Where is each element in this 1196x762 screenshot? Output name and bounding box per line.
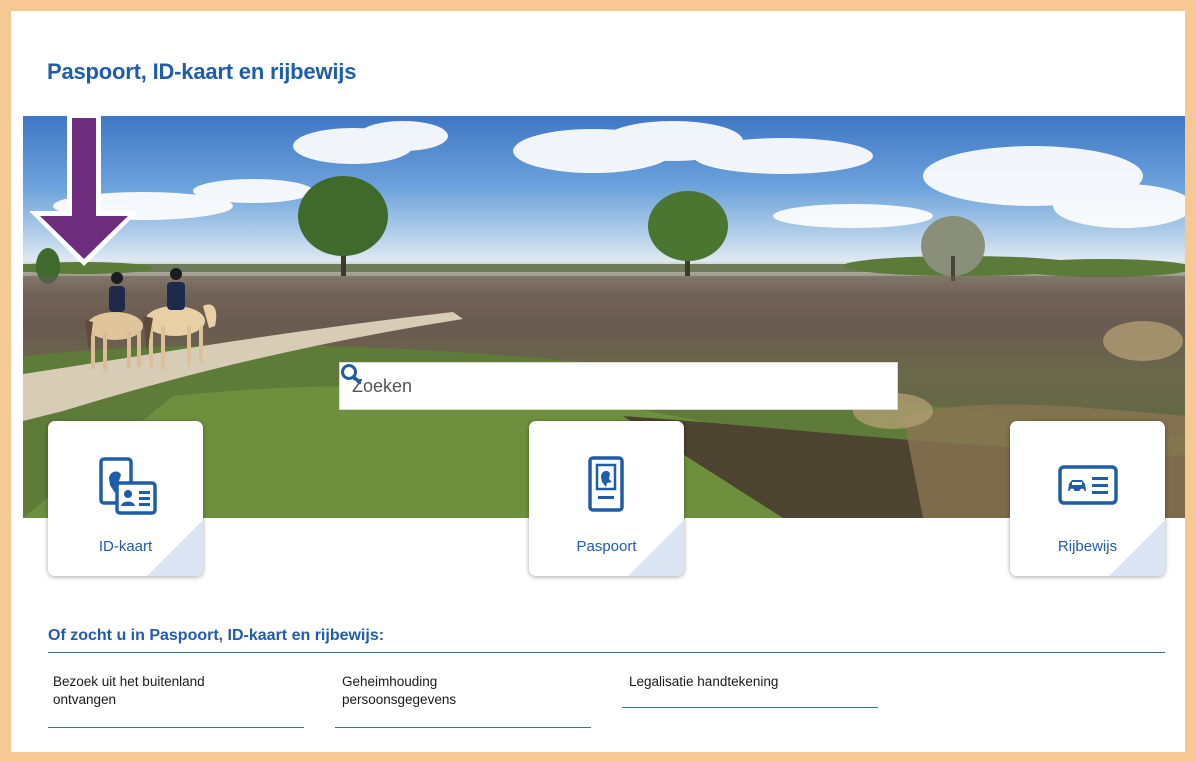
related-heading: Of zocht u in Paspoort, ID-kaart en rijb…: [48, 627, 385, 644]
related-link-legalisatie[interactable]: Legalisatie handtekening: [622, 673, 878, 708]
id-card-icon: [48, 455, 203, 517]
page-title: Paspoort, ID-kaart en rijbewijs: [47, 59, 357, 84]
divider: [48, 652, 1165, 653]
passport-icon: [529, 455, 684, 517]
search-bar: [339, 362, 898, 410]
tile-paspoort[interactable]: Paspoort: [529, 421, 684, 576]
tile-corner-decoration: [147, 520, 203, 576]
search-button[interactable]: [341, 363, 897, 409]
tile-id-kaart[interactable]: ID-kaart: [48, 421, 203, 576]
tile-rijbewijs[interactable]: Rijbewijs: [1010, 421, 1165, 576]
page: Paspoort, ID-kaart en rijbewijs Zoeken I…: [11, 11, 1185, 752]
down-arrow-annotation: [29, 116, 139, 266]
search-input[interactable]: [340, 363, 837, 409]
link-text-line: persoonsgegevens: [342, 692, 457, 707]
tile-corner-decoration: [1109, 520, 1165, 576]
tile-corner-decoration: [628, 520, 684, 576]
related-link-bezoek-buitenland[interactable]: Bezoek uit het buitenland ontvangen: [48, 673, 304, 728]
related-link-geheimhouding[interactable]: Geheimhouding persoonsgegevens: [335, 673, 591, 728]
link-text-line: ontvangen: [53, 692, 117, 707]
link-text-line: Geheimhouding: [342, 674, 438, 689]
link-text-line: Legalisatie handtekening: [629, 674, 779, 689]
link-text-line: Bezoek uit het buitenland: [53, 674, 205, 689]
driving-license-icon: [1010, 455, 1165, 517]
